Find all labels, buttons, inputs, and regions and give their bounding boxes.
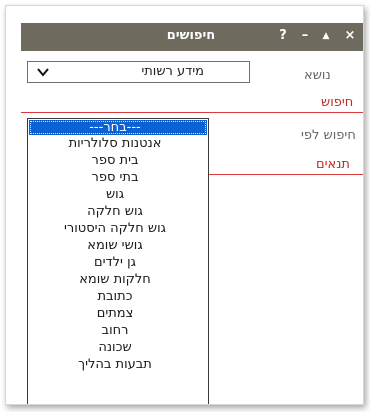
dropdown-option[interactable]: גוש חלקה היסטורי <box>28 220 208 237</box>
dropdown-option[interactable]: גוש חלקה <box>28 203 208 220</box>
dropdown-option[interactable]: אנטנות סלולריות <box>28 135 208 152</box>
minimize-icon[interactable]: – <box>298 27 312 45</box>
dropdown-option[interactable]: גן ילדים <box>28 254 208 271</box>
conditions-section-heading: תנאים <box>316 157 350 172</box>
search-section-heading: חיפוש <box>321 95 354 110</box>
collapse-icon[interactable]: ▲ <box>319 27 333 45</box>
window-title: חיפושים <box>166 28 216 43</box>
dropdown-option[interactable]: גוש <box>28 186 208 203</box>
dropdown-option[interactable]: בתי ספר <box>28 169 208 186</box>
chevron-down-icon[interactable] <box>36 65 50 79</box>
subject-select[interactable]: מידע רשותי <box>27 61 250 83</box>
dropdown-option[interactable]: גושי שומא <box>28 237 208 254</box>
search-by-label: חיפוש לפי <box>301 128 356 143</box>
search-section-divider <box>21 112 363 113</box>
conditions-section-divider <box>206 174 363 175</box>
title-bar: × ▲ – ? חיפושים <box>21 23 363 51</box>
subject-select-value: מידע רשותי <box>141 64 204 79</box>
dropdown-option[interactable]: חלקות שומא <box>28 271 208 288</box>
dropdown-option[interactable]: תבעות בהליך <box>28 356 208 373</box>
dropdown-option[interactable]: כתובת <box>28 288 208 305</box>
close-icon[interactable]: × <box>343 27 357 45</box>
search-panel: × ▲ – ? חיפושים נושא מידע רשותי חיפוש חי… <box>5 5 364 405</box>
dropdown-option[interactable]: בית ספר <box>28 152 208 169</box>
dropdown-option[interactable]: ---בחר--- <box>29 120 207 135</box>
dropdown-option[interactable]: צמתים <box>28 305 208 322</box>
subject-label: נושא <box>304 68 331 83</box>
help-icon[interactable]: ? <box>276 27 290 45</box>
dropdown-option[interactable]: שכונה <box>28 339 208 356</box>
search-by-dropdown-list[interactable]: ---בחר--- אנטנות סלולריות בית ספר בתי ספר גו… <box>27 118 209 404</box>
dropdown-option[interactable]: רחוב <box>28 322 208 339</box>
